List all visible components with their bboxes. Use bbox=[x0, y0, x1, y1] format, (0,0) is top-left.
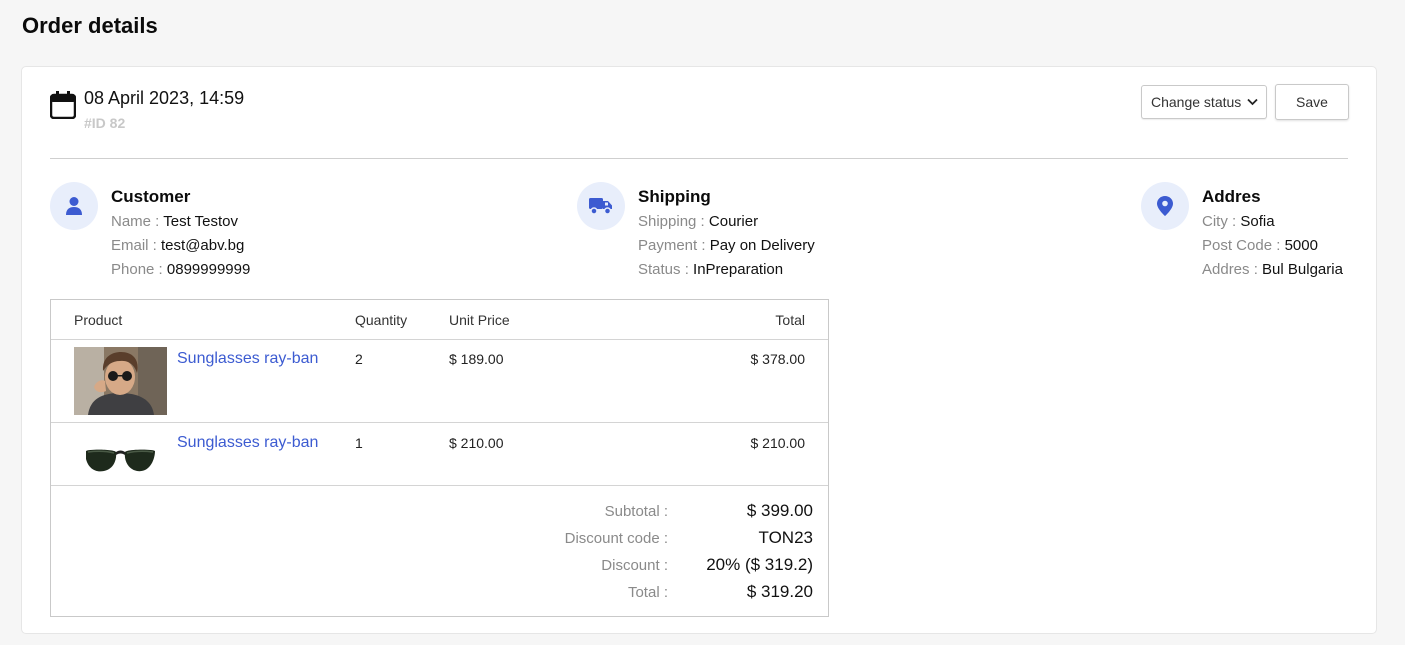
order-date: 08 April 2023, 14:59 bbox=[84, 88, 245, 108]
row-divider bbox=[51, 422, 828, 423]
order-card: 08 April 2023, 14:59 #ID 82 Change statu… bbox=[21, 66, 1377, 634]
product-quantity: 1 bbox=[355, 435, 363, 451]
order-id: #ID 82 bbox=[84, 115, 126, 131]
product-total: $ 378.00 bbox=[750, 351, 806, 367]
shipping-method: Shipping : Courier bbox=[638, 213, 759, 230]
header-divider bbox=[50, 158, 1348, 159]
address-street: Addres : Bul Bulgaria bbox=[1202, 261, 1343, 278]
customer-phone: Phone : 0899999999 bbox=[111, 261, 251, 278]
column-header-product: Product bbox=[74, 312, 123, 328]
product-link[interactable]: Sunglasses ray-ban bbox=[177, 434, 318, 452]
truck-icon bbox=[577, 182, 625, 230]
address-city: City : Sofia bbox=[1202, 213, 1275, 230]
product-link[interactable]: Sunglasses ray-ban bbox=[177, 350, 318, 368]
discount-code-label: Discount code : bbox=[564, 530, 668, 547]
total-label: Total : bbox=[627, 584, 668, 601]
chevron-down-icon bbox=[1247, 98, 1258, 106]
column-header-quantity: Quantity bbox=[355, 312, 408, 328]
product-image[interactable] bbox=[74, 431, 167, 499]
map-pin-icon bbox=[1141, 182, 1189, 230]
discount-value: 20% ($ 319.2) bbox=[706, 555, 813, 574]
product-unit-price: $ 189.00 bbox=[449, 351, 504, 367]
customer-title: Customer bbox=[111, 187, 191, 206]
column-header-total: Total bbox=[775, 312, 805, 328]
shipping-title: Shipping bbox=[638, 187, 711, 206]
subtotal-label: Subtotal : bbox=[604, 503, 668, 520]
product-image[interactable] bbox=[74, 347, 167, 415]
calendar-icon bbox=[50, 91, 76, 119]
order-status: Status : InPreparation bbox=[638, 261, 784, 278]
change-status-label: Change status bbox=[1151, 94, 1242, 110]
product-unit-price: $ 210.00 bbox=[449, 435, 504, 451]
products-table: Product Quantity Unit Price Total Sungla… bbox=[50, 299, 829, 617]
user-icon bbox=[50, 182, 98, 230]
product-total: $ 210.00 bbox=[750, 435, 806, 451]
row-divider bbox=[51, 339, 828, 340]
discount-code-value: TON23 bbox=[758, 528, 814, 547]
save-button[interactable]: Save bbox=[1275, 84, 1349, 120]
change-status-select[interactable]: Change status bbox=[1141, 85, 1267, 119]
customer-email: Email : test@abv.bg bbox=[111, 237, 245, 254]
column-header-unit-price: Unit Price bbox=[449, 312, 510, 328]
customer-name: Name : Test Testov bbox=[111, 213, 239, 230]
subtotal-value: $ 399.00 bbox=[746, 501, 813, 520]
page-title: Order details bbox=[22, 13, 158, 38]
address-title: Addres bbox=[1202, 187, 1261, 206]
total-value: $ 319.20 bbox=[746, 582, 813, 601]
payment-method: Payment : Pay on Delivery bbox=[638, 237, 815, 254]
row-divider bbox=[51, 485, 828, 486]
discount-label: Discount : bbox=[601, 557, 668, 574]
address-post-code: Post Code : 5000 bbox=[1202, 237, 1318, 254]
product-quantity: 2 bbox=[355, 351, 363, 367]
